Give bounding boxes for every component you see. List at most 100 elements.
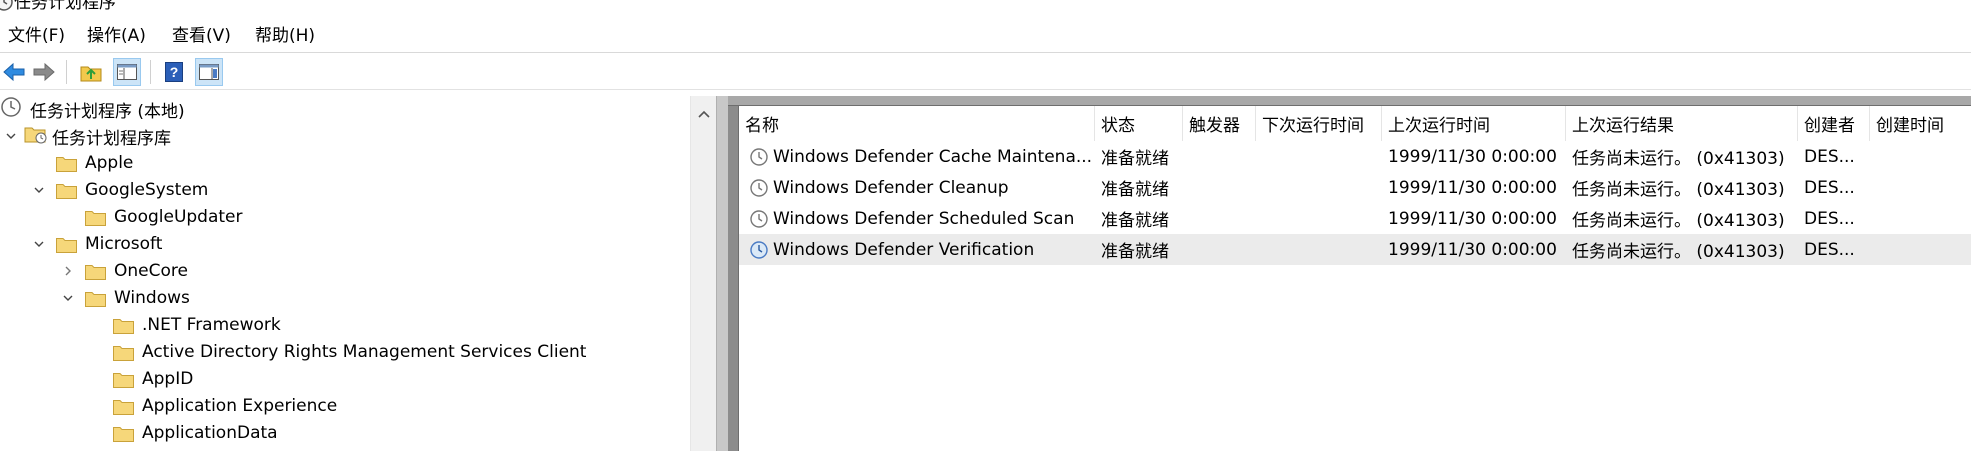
- task-name: Windows Defender Cache Maintena...: [773, 146, 1093, 167]
- task-last-run: 1999/11/30 0:00:00: [1388, 146, 1557, 167]
- table-row[interactable]: Windows Defender Scheduled Scan 准备就绪 199…: [739, 203, 1971, 234]
- scroll-up-arrow-icon[interactable]: [697, 104, 711, 124]
- menu-file[interactable]: 文件(F): [8, 25, 65, 47]
- folder-icon: [56, 155, 77, 172]
- task-author: DES...: [1804, 177, 1855, 198]
- task-last-run: 1999/11/30 0:00:00: [1388, 239, 1557, 260]
- task-list: 名称 状态 触发器 下次运行时间 上次运行时间 上次运行结果 创建者 创建时间 …: [738, 106, 1971, 451]
- show-hide-console-tree-icon[interactable]: [113, 58, 141, 86]
- task-last-run: 1999/11/30 0:00:00: [1388, 177, 1557, 198]
- column-header-author[interactable]: 创建者: [1798, 106, 1870, 141]
- task-last-result: 任务尚未运行。 (0x41303): [1572, 211, 1785, 231]
- folder-clock-icon: [24, 123, 48, 150]
- tree-item-label: GoogleUpdater: [114, 207, 243, 227]
- task-clock-icon: [749, 203, 771, 234]
- folder-icon: [113, 344, 134, 361]
- tree-item-label: OneCore: [114, 261, 188, 281]
- task-last-run: 1999/11/30 0:00:00: [1388, 208, 1557, 229]
- show-hide-action-pane-icon[interactable]: [195, 58, 223, 86]
- tree-item-googleupdater[interactable]: GoogleUpdater: [85, 204, 243, 230]
- console-tree: 任务计划程序 (本地) 任务计划程序库 Apple GoogleSystem G…: [0, 96, 716, 451]
- toolbar-separator: [150, 60, 151, 84]
- tree-item-microsoft[interactable]: Microsoft: [32, 231, 162, 257]
- task-last-result: 任务尚未运行。 (0x41303): [1572, 149, 1785, 169]
- folder-icon: [56, 182, 77, 199]
- svg-text:?: ?: [170, 64, 179, 80]
- tree-item-label: AppID: [142, 369, 194, 389]
- tree-item-label: Active Directory Rights Management Servi…: [142, 342, 587, 362]
- task-status: 准备就绪: [1101, 180, 1169, 200]
- window-title: 任务计划程序: [14, 0, 116, 13]
- toolbar-separator: [66, 60, 67, 84]
- tree-item-applicationdata[interactable]: ApplicationData: [113, 420, 278, 446]
- chevron-down-icon[interactable]: [61, 291, 75, 305]
- tree-item-label: Microsoft: [85, 234, 163, 254]
- task-name: Windows Defender Verification: [773, 239, 1035, 260]
- tree-root-label: 任务计划程序 (本地): [30, 101, 185, 122]
- task-pane: 名称 状态 触发器 下次运行时间 上次运行时间 上次运行结果 创建者 创建时间 …: [728, 96, 1971, 451]
- tree-item-application-experience[interactable]: Application Experience: [113, 393, 337, 419]
- column-header-last-run[interactable]: 上次运行时间: [1382, 106, 1566, 141]
- folder-icon: [85, 263, 106, 280]
- tree-item-windows[interactable]: Windows: [61, 285, 190, 311]
- tree-item-appid[interactable]: AppID: [113, 366, 193, 392]
- tree-library-label: 任务计划程序库: [52, 128, 171, 149]
- chevron-down-icon[interactable]: [32, 183, 46, 197]
- column-header-trigger[interactable]: 触发器: [1183, 106, 1256, 141]
- up-folder-icon[interactable]: [77, 58, 105, 86]
- menu-help[interactable]: 帮助(H): [255, 25, 315, 47]
- clock-icon: [0, 96, 22, 123]
- folder-icon: [113, 371, 134, 388]
- clock-icon: [0, 0, 14, 16]
- task-clock-icon: [749, 141, 771, 172]
- help-icon[interactable]: ?: [160, 58, 188, 86]
- table-row-selected[interactable]: Windows Defender Verification 准备就绪 1999/…: [739, 234, 1971, 265]
- folder-icon: [113, 425, 134, 442]
- chevron-right-icon[interactable]: [61, 264, 75, 278]
- tree-item-dotnet-framework[interactable]: .NET Framework: [113, 312, 281, 338]
- tree-item-label: Apple: [85, 153, 134, 173]
- pane-frame: [728, 96, 1971, 106]
- column-header-created[interactable]: 创建时间: [1870, 106, 1971, 141]
- task-last-result: 任务尚未运行。 (0x41303): [1572, 242, 1785, 262]
- pane-splitter[interactable]: [716, 96, 728, 451]
- column-header-name[interactable]: 名称: [739, 106, 1095, 141]
- task-status: 准备就绪: [1101, 149, 1169, 169]
- task-author: DES...: [1804, 239, 1855, 260]
- task-author: DES...: [1804, 146, 1855, 167]
- task-name: Windows Defender Cleanup: [773, 177, 1009, 198]
- back-arrow-icon[interactable]: [0, 58, 28, 86]
- tree-item-adrms-client[interactable]: Active Directory Rights Management Servi…: [113, 339, 586, 365]
- folder-icon: [113, 317, 134, 334]
- column-header-next-run[interactable]: 下次运行时间: [1256, 106, 1382, 141]
- folder-icon: [85, 209, 106, 226]
- folder-icon: [85, 290, 106, 307]
- chevron-down-icon[interactable]: [4, 129, 18, 143]
- folder-icon: [56, 236, 77, 253]
- tree-item-label: Application Experience: [142, 396, 338, 416]
- task-clock-icon: [749, 172, 771, 203]
- tree-item-onecore[interactable]: OneCore: [61, 258, 188, 284]
- toolbar: ?: [0, 54, 1971, 90]
- column-header-last-result[interactable]: 上次运行结果: [1566, 106, 1798, 141]
- table-row[interactable]: Windows Defender Cache Maintena... 准备就绪 …: [739, 141, 1971, 172]
- tree-item-googlesystem[interactable]: GoogleSystem: [32, 177, 208, 203]
- task-name: Windows Defender Scheduled Scan: [773, 208, 1075, 229]
- forward-arrow-icon[interactable]: [30, 58, 58, 86]
- tree-root[interactable]: 任务计划程序 (本地): [0, 96, 185, 122]
- tree-item-label: GoogleSystem: [85, 180, 209, 200]
- folder-icon: [113, 398, 134, 415]
- task-clock-icon: [749, 234, 771, 265]
- menu-view[interactable]: 查看(V): [172, 25, 231, 47]
- tree-item-label: .NET Framework: [142, 315, 281, 335]
- tree-item-apple[interactable]: Apple: [56, 150, 133, 176]
- chevron-down-icon[interactable]: [32, 237, 46, 251]
- tree-scrollbar[interactable]: [690, 96, 716, 451]
- tree-item-label: Windows: [114, 288, 190, 308]
- table-row[interactable]: Windows Defender Cleanup 准备就绪 1999/11/30…: [739, 172, 1971, 203]
- column-header-status[interactable]: 状态: [1095, 106, 1183, 141]
- title-bar: 任务计划程序: [0, 0, 1971, 16]
- tree-item-library[interactable]: 任务计划程序库: [4, 123, 171, 149]
- tree-item-label: ApplicationData: [142, 423, 278, 443]
- menu-action[interactable]: 操作(A): [87, 25, 146, 47]
